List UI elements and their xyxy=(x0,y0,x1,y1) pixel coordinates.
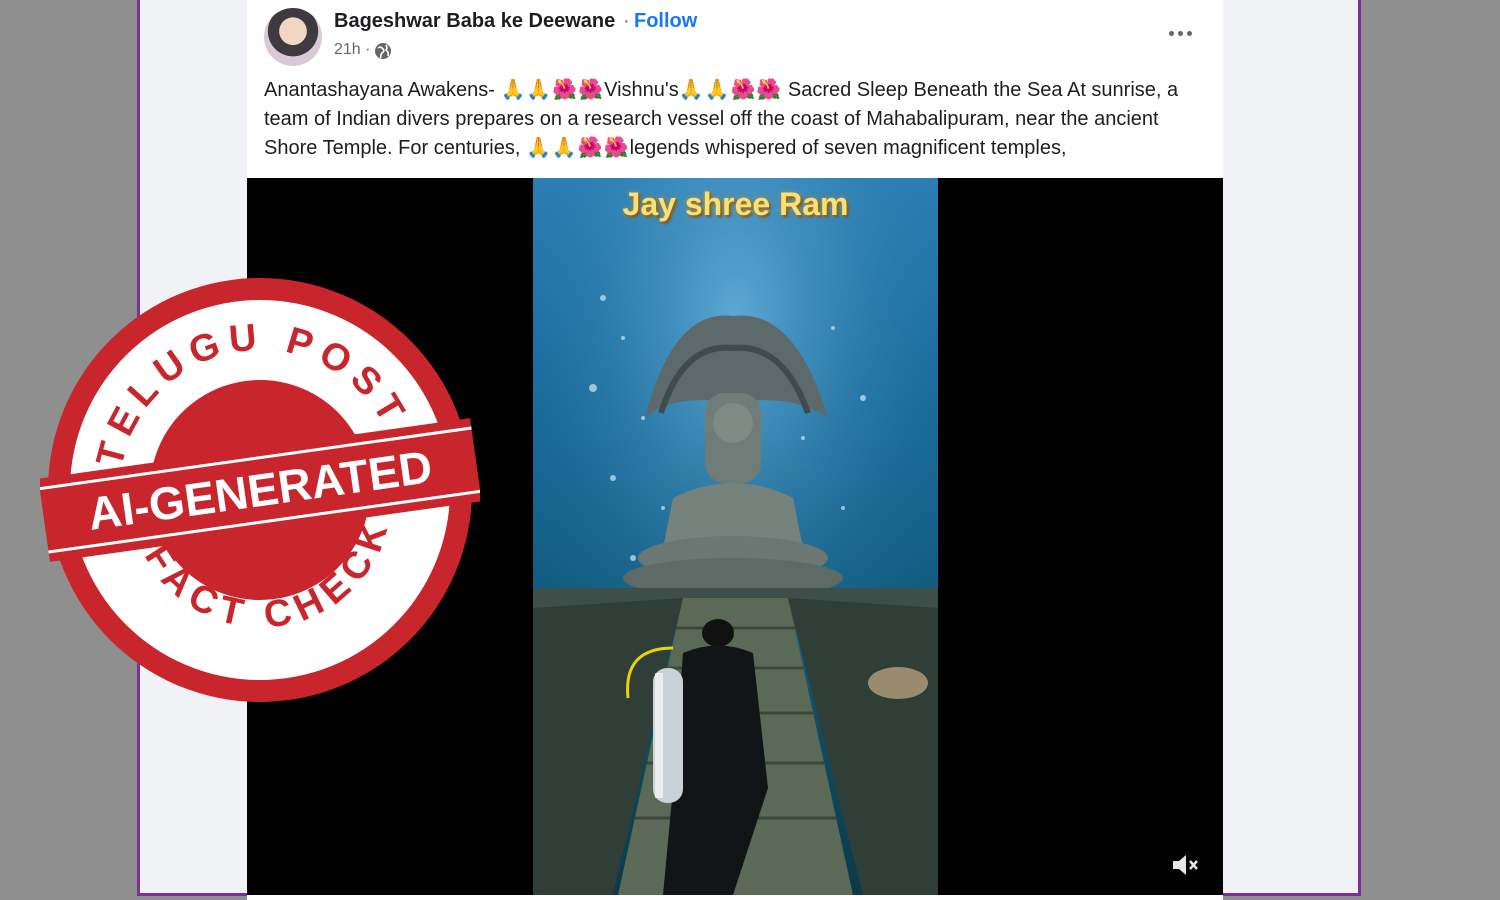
caption-text: legends whispered of seven magnificent t… xyxy=(629,137,1067,159)
author-name[interactable]: Bageshwar Baba ke Deewane xyxy=(334,10,615,33)
separator-dot: · xyxy=(623,10,630,32)
post-time[interactable]: 21h · xyxy=(334,41,370,59)
underwater-temple-scene xyxy=(533,178,938,895)
globe-icon xyxy=(375,43,391,59)
mute-icon[interactable] xyxy=(1169,849,1201,881)
post-caption: Anantashayana Awakens- 🙏🙏🌺🌺Vishnu's🙏🙏🌺🌺 … xyxy=(264,76,1214,163)
author-avatar[interactable] xyxy=(264,8,322,66)
emoji-group: 🙏🙏🌺🌺 xyxy=(525,137,630,159)
caption-text: Anantashayana Awakens- xyxy=(264,79,495,101)
emoji-group: 🙏🙏🌺🌺 xyxy=(500,79,605,101)
video-frame: Jay shree Ram xyxy=(533,178,938,895)
more-options-button[interactable] xyxy=(1166,18,1196,48)
video-overlay-text: Jay shree Ram xyxy=(622,186,849,222)
follow-button[interactable]: Follow xyxy=(634,10,697,33)
caption-text: Vishnu's xyxy=(604,79,679,101)
fact-check-stamp: TELUGU POST FACT CHECK AI-GENERATED xyxy=(40,278,480,702)
emoji-group: 🙏🙏🌺🌺 xyxy=(678,79,783,101)
